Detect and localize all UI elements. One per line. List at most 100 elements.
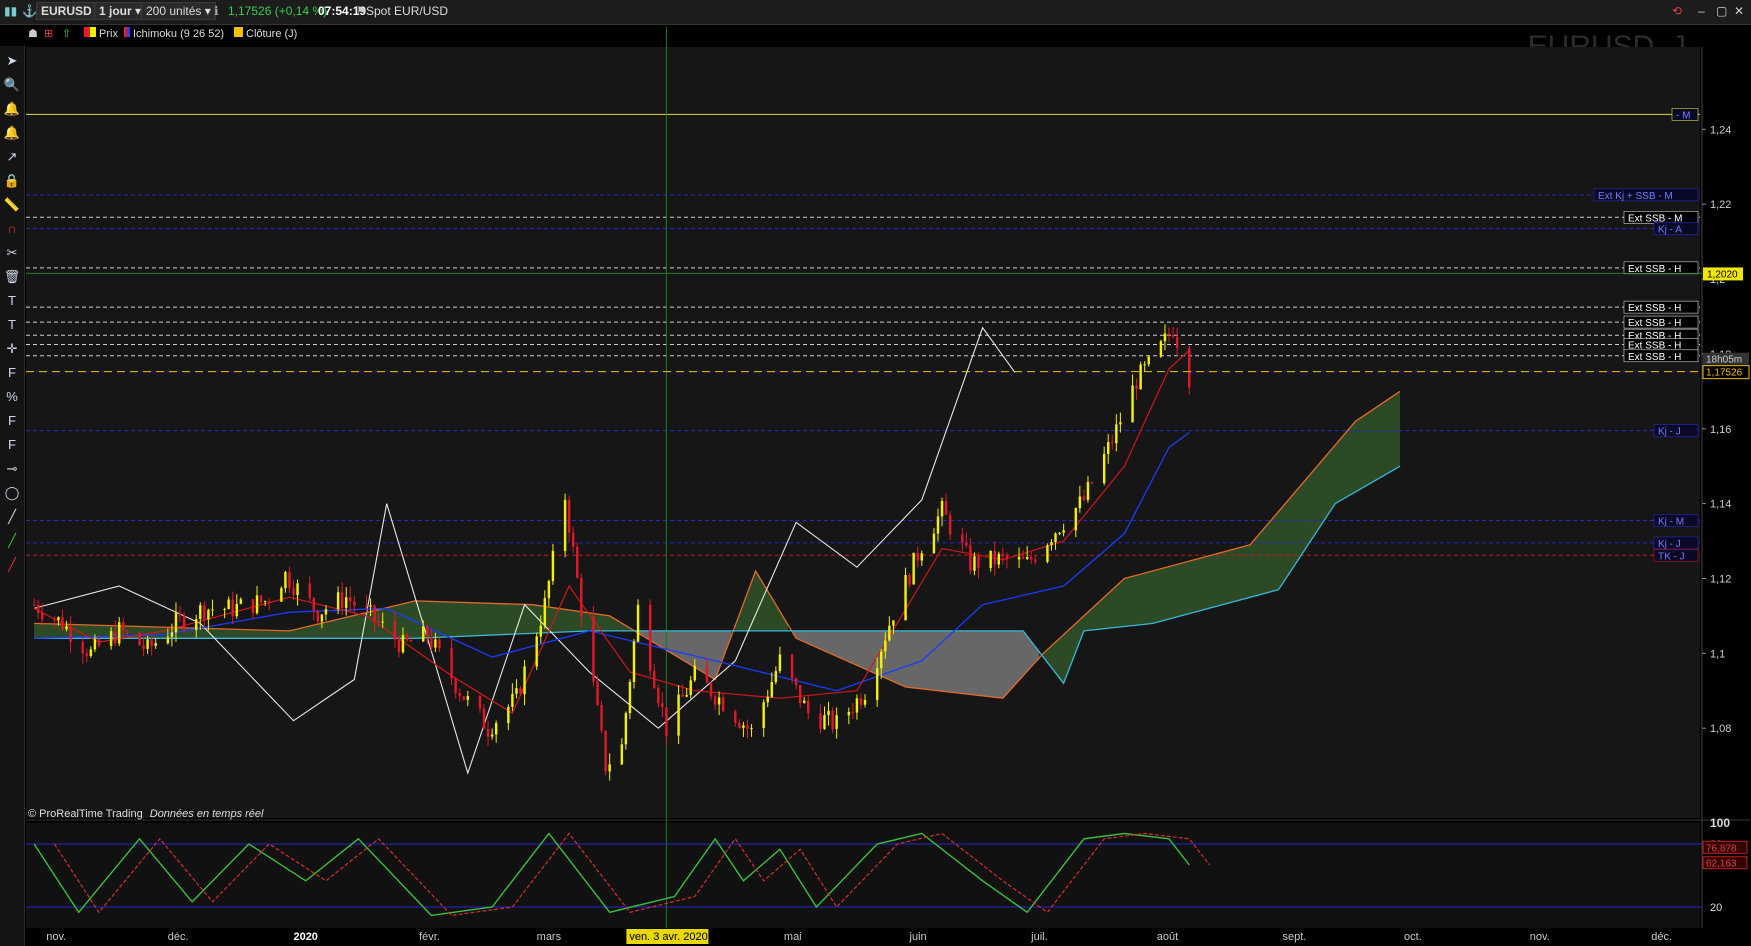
candle-body <box>948 514 952 535</box>
candle-body <box>519 688 522 695</box>
zoom-icon[interactable]: 🔍 <box>3 76 21 94</box>
chart-type-icon[interactable]: ▮▮ <box>4 4 17 18</box>
add-indicator-icon[interactable]: ⊞ <box>44 27 53 40</box>
kijun-line <box>34 431 1190 692</box>
line-red-icon[interactable]: ╱ <box>3 556 21 574</box>
level-tag-label: Ext SSB - H <box>1628 264 1681 275</box>
candle-body <box>93 639 97 650</box>
candle-body <box>69 626 72 643</box>
trash-icon[interactable]: 🗑 <box>3 268 21 286</box>
tools-icon[interactable]: ✂ <box>3 244 21 262</box>
candle-body <box>920 553 923 561</box>
candle-body <box>835 715 838 729</box>
fib-percent-icon[interactable]: % <box>3 388 21 406</box>
level-tag <box>1671 108 1699 121</box>
candle-body <box>750 728 753 730</box>
candles-group <box>32 324 1191 781</box>
candle-body <box>851 711 855 713</box>
fib-fan-icon[interactable]: F <box>3 412 21 430</box>
level-price-tag <box>1703 267 1743 281</box>
candle-body <box>790 654 794 679</box>
y-tick-label: 1,14 <box>1710 499 1731 511</box>
candle-body <box>490 734 494 737</box>
oscillator-tick-label: 100 <box>1710 816 1730 830</box>
candle-body <box>85 653 89 657</box>
last-price-tag <box>1702 365 1750 380</box>
candle-body <box>280 588 283 602</box>
level-tag <box>1653 548 1699 562</box>
level-tag <box>1653 536 1699 550</box>
candle-body <box>774 671 778 683</box>
candle-body <box>1111 442 1114 444</box>
ichimoku-cloud <box>735 570 789 631</box>
trendline-icon[interactable]: ╱ <box>3 508 21 526</box>
lock-icon[interactable]: 🔒 <box>3 172 21 190</box>
ellipse-icon[interactable]: ◯ <box>3 484 21 502</box>
period-selector[interactable]: 1 jour ▾ <box>94 2 147 20</box>
fibonacci-icon[interactable]: F <box>3 364 21 382</box>
fib-arc-icon[interactable]: F <box>3 436 21 454</box>
ichimoku-cloud <box>638 630 732 680</box>
candle-body <box>657 687 660 704</box>
magnet-icon[interactable]: ∩ <box>3 220 21 238</box>
units-selector[interactable]: 200 unités ▾ <box>141 2 216 20</box>
cursor-link-icon[interactable]: ↗ <box>3 148 21 166</box>
candle-body <box>142 645 145 649</box>
candle-body <box>693 665 697 681</box>
maximize-icon[interactable]: ▢ <box>1716 4 1727 18</box>
units-label: 200 unités <box>146 4 202 18</box>
candle-body <box>178 612 182 616</box>
oscillator-value-tag <box>1702 840 1748 854</box>
segment-icon[interactable]: ⊸ <box>3 460 21 478</box>
alert-icon[interactable]: 🔔 <box>3 100 21 118</box>
close-icon[interactable]: ✕ <box>1734 4 1744 18</box>
indicator-prix[interactable]: Prix <box>84 27 118 40</box>
candle-body <box>827 710 830 716</box>
candle-body <box>207 609 210 620</box>
x-tick-label: déc. <box>1651 931 1672 943</box>
candle-body <box>1175 336 1179 349</box>
settings-icon[interactable]: ☗ <box>28 27 38 40</box>
candle-body <box>794 678 798 685</box>
level-tag-label: Ext SSB - H <box>1628 352 1681 363</box>
tenkan-line <box>33 349 1190 715</box>
price-chart[interactable]: 1,24 1,22 1,2 1,18 1,16 1,14 1,12 1,1 1,08 - M Ext… <box>0 0 1751 946</box>
candle-body <box>462 696 465 700</box>
candle-body <box>547 581 551 599</box>
candle-body <box>535 636 538 667</box>
footer-credit: © ProRealTime Trading Données en temps r… <box>28 808 263 820</box>
chikou-line <box>33 326 1016 775</box>
candle-body <box>482 708 486 730</box>
candle-body <box>263 601 267 603</box>
info-icon[interactable]: ℹ <box>214 4 219 18</box>
indicator-close[interactable]: Clôture (J) <box>234 27 297 40</box>
senkou-a-line <box>34 390 1401 699</box>
candle-body <box>288 571 291 589</box>
alert-list-icon[interactable]: 🔔 <box>3 124 21 142</box>
arrow-up-icon[interactable]: ⇧ <box>62 27 71 40</box>
cursor-icon[interactable]: ➤ <box>3 52 21 70</box>
minimize-icon[interactable]: – <box>1698 4 1705 18</box>
level-price-label: 1,2020 <box>1707 269 1738 280</box>
line-green-icon[interactable]: ╱ <box>3 532 21 550</box>
candle-body <box>717 697 721 705</box>
candle-body <box>61 617 64 630</box>
candle-body <box>888 625 891 641</box>
senkou-b-line <box>34 465 1401 685</box>
refresh-icon[interactable]: ⟲ <box>1672 4 1682 18</box>
crosshair-icon[interactable]: ✛ <box>3 340 21 358</box>
candle-body <box>377 620 380 623</box>
ruler-icon[interactable]: 📏 <box>3 196 21 214</box>
candle-body <box>916 552 919 561</box>
x-tick-label: févr. <box>419 931 440 943</box>
indicator-ichimoku[interactable]: Ichimoku (9 26 52) <box>124 27 224 40</box>
level-tag <box>1653 222 1699 235</box>
text-icon[interactable]: T <box>3 292 21 310</box>
candle-body <box>624 713 628 745</box>
link-icon[interactable]: ⚓ <box>22 4 37 18</box>
candle-body <box>709 682 713 697</box>
candle-body <box>174 612 178 633</box>
text-label-icon[interactable]: T <box>3 316 21 334</box>
candle-body <box>109 631 113 646</box>
candle-body <box>478 696 482 709</box>
